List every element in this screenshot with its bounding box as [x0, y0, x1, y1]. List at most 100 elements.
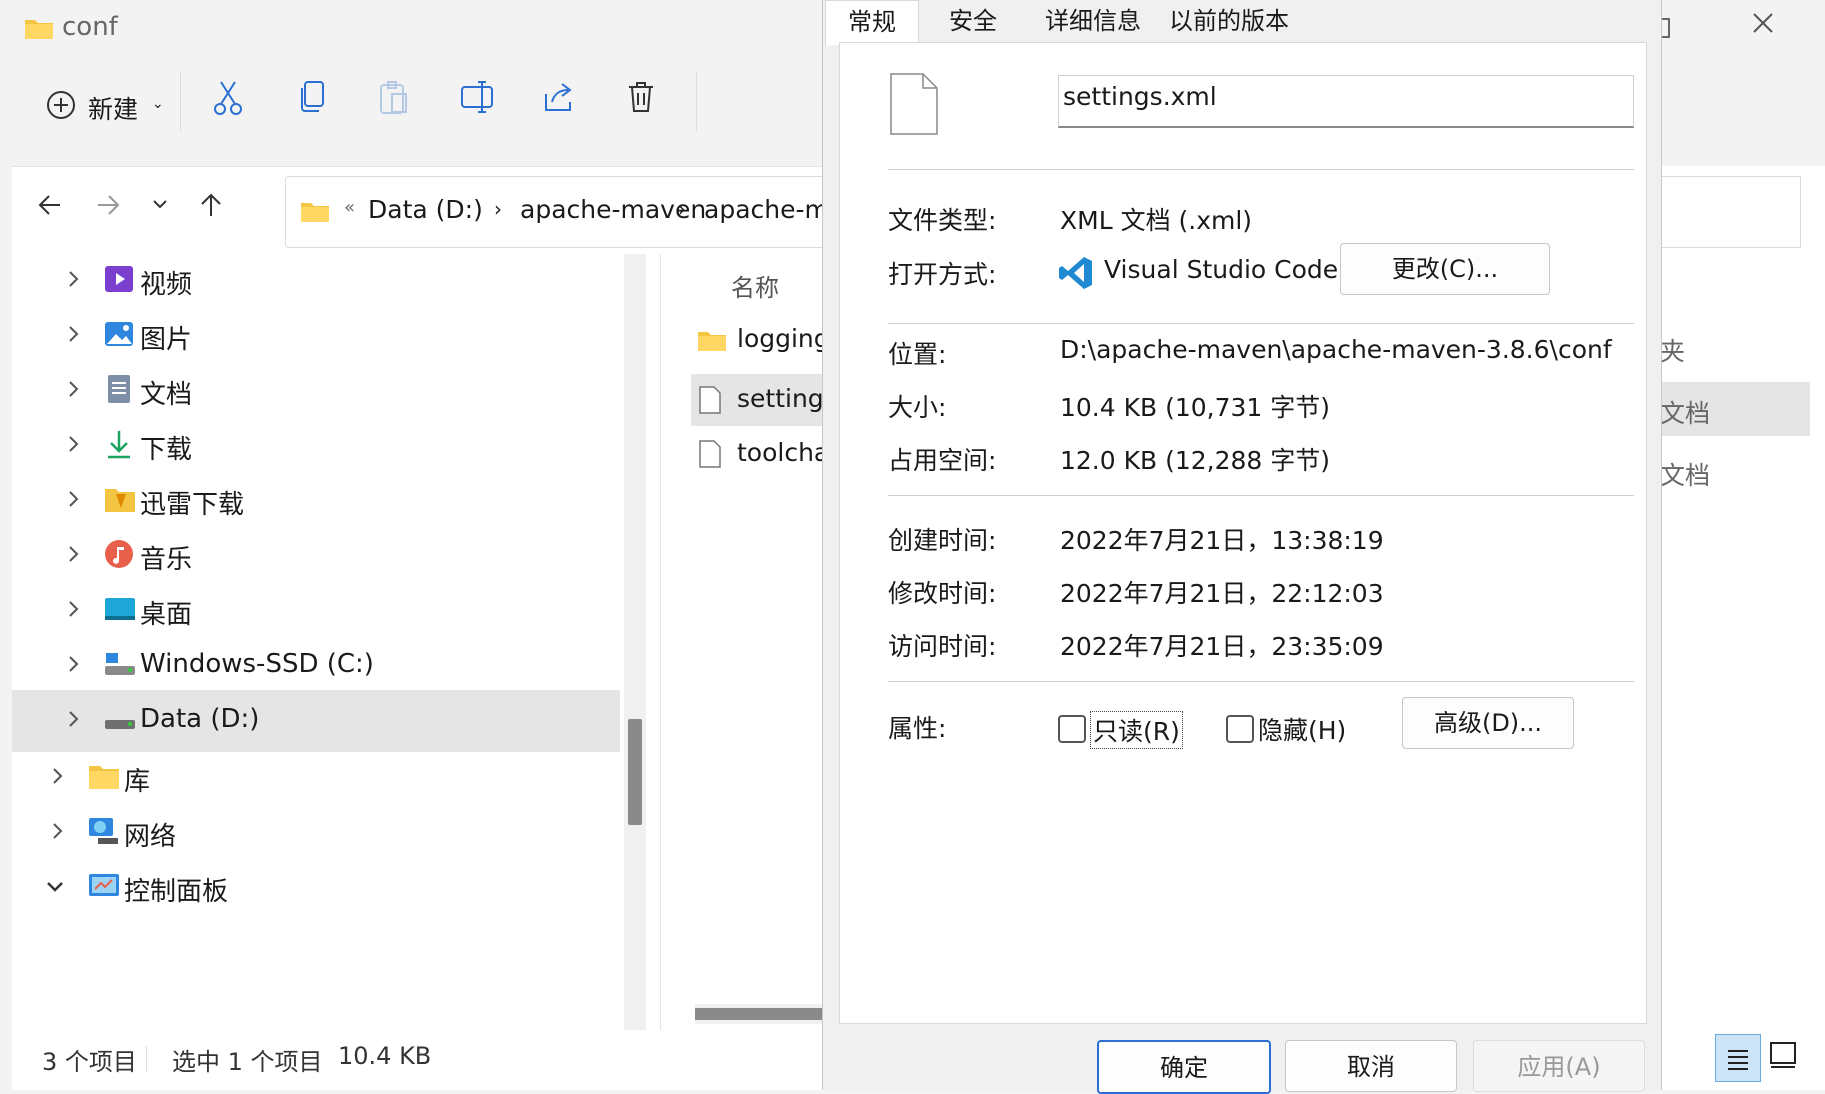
share-icon[interactable] — [542, 80, 576, 114]
scrollbar-thumb[interactable] — [695, 1008, 825, 1020]
chevron-right-icon[interactable] — [68, 655, 84, 675]
divider — [696, 72, 697, 132]
hidden-label: 隐藏(H) — [1258, 716, 1347, 745]
plus-circle-icon — [46, 90, 76, 120]
file-name: toolcha — [737, 438, 830, 467]
delete-icon[interactable] — [626, 80, 656, 114]
chevron-right-icon[interactable] — [68, 380, 84, 400]
tree-item-drive-c[interactable]: Windows-SSD (C:) — [12, 635, 612, 697]
status-item-count: 3 个项目 — [42, 1048, 137, 1076]
close-icon[interactable] — [1750, 10, 1776, 36]
address-bar[interactable]: « Data (D:) › apache-maven › apache-m — [285, 176, 829, 248]
tree-item-library[interactable]: 库 — [12, 747, 612, 809]
chevron-right-icon[interactable] — [68, 600, 84, 620]
tab-previous-versions[interactable]: 以前的版本 — [1159, 0, 1299, 42]
paste-icon[interactable] — [378, 80, 410, 116]
new-button[interactable]: 新建 ⌄ — [46, 82, 176, 132]
chevron-down-icon: ⌄ — [152, 96, 164, 112]
horizontal-scrollbar[interactable] — [695, 1004, 825, 1024]
change-button[interactable]: 更改(C)... — [1340, 243, 1550, 295]
chevron-right-icon[interactable] — [68, 545, 84, 565]
size-on-disk-value: 12.0 KB (12,288 字节) — [1060, 446, 1331, 475]
divider — [888, 681, 1634, 682]
tree-item-label: 迅雷下载 — [140, 490, 245, 520]
tree-item-music[interactable]: 音乐 — [12, 525, 612, 587]
hidden-checkbox[interactable]: 隐藏(H) — [1226, 709, 1346, 749]
chevron-down-icon[interactable] — [46, 881, 63, 901]
location-value: D:\apache-maven\apache-maven-3.8.6\conf — [1060, 335, 1612, 364]
vscode-icon — [1058, 255, 1094, 291]
tree-item-documents[interactable]: 文档 — [12, 360, 612, 422]
chevron-right-icon[interactable] — [68, 325, 84, 345]
file-row-toolchains[interactable]: toolcha — [697, 430, 829, 480]
size-on-disk-label: 占用空间: — [888, 446, 997, 475]
file-icon — [890, 73, 938, 135]
tab-details[interactable]: 详细信息 — [1035, 0, 1151, 42]
advanced-button[interactable]: 高级(D)... — [1402, 697, 1574, 749]
status-bar: 3 个项目 选中 1 个项目 10.4 KB — [12, 1032, 824, 1084]
chevron-right-icon[interactable] — [52, 767, 68, 787]
apply-button[interactable]: 应用(A) — [1473, 1040, 1645, 1092]
tree-item-desktop[interactable]: 桌面 — [12, 580, 612, 642]
tree-item-pictures[interactable]: 图片 — [12, 305, 612, 367]
new-button-label: 新建 — [88, 95, 139, 124]
scrollbar-thumb[interactable] — [628, 719, 642, 825]
tree-item-xunlei[interactable]: 迅雷下载 — [12, 470, 612, 532]
documents-icon — [104, 374, 136, 406]
divider — [888, 495, 1634, 496]
tab-general[interactable]: 常规 — [825, 0, 919, 45]
network-icon — [88, 816, 120, 848]
tree-item-downloads[interactable]: 下载 — [12, 415, 612, 477]
ok-button[interactable]: 确定 — [1097, 1040, 1271, 1094]
folder-icon — [24, 16, 54, 40]
readonly-label: 只读(R) — [1090, 711, 1183, 749]
checkbox-box[interactable] — [1226, 715, 1254, 743]
recent-chevron-icon[interactable] — [152, 198, 168, 210]
chevron-right-icon[interactable] — [68, 270, 84, 290]
details-view-icon[interactable] — [1715, 1034, 1761, 1082]
breadcrumb-drive[interactable]: Data (D:) — [368, 195, 483, 224]
tree-item-label: 控制面板 — [124, 877, 229, 907]
back-arrow-icon[interactable] — [38, 194, 62, 216]
breadcrumb-apache-maven-version[interactable]: apache-m — [704, 195, 829, 224]
tab-security[interactable]: 安全 — [939, 0, 1007, 42]
tree-item-control-panel[interactable]: 控制面板 — [12, 857, 612, 919]
up-arrow-icon[interactable] — [200, 192, 222, 218]
chevron-right-icon[interactable] — [68, 490, 84, 510]
tree-item-videos[interactable]: 视频 — [12, 250, 612, 312]
background-search-box[interactable] — [1650, 176, 1801, 248]
divider — [146, 1046, 147, 1072]
chevron-right-icon[interactable] — [68, 710, 84, 730]
created-label: 创建时间: — [888, 526, 997, 555]
readonly-checkbox[interactable]: 只读(R) — [1058, 709, 1183, 749]
tree-item-label: 音乐 — [140, 545, 193, 575]
file-name-input[interactable]: settings.xml — [1058, 75, 1634, 128]
drive-c-icon — [104, 649, 136, 681]
tiles-view-icon[interactable] — [1768, 1040, 1800, 1072]
music-icon — [104, 539, 136, 571]
forward-arrow-icon[interactable] — [96, 194, 120, 216]
tree-item-drive-d[interactable]: Data (D:) — [12, 690, 620, 752]
status-size: 10.4 KB — [338, 1042, 432, 1070]
tree-item-label: 下载 — [140, 435, 193, 465]
column-header-name[interactable]: 名称 — [731, 268, 779, 303]
chevron-right-icon[interactable] — [52, 822, 68, 842]
properties-dialog: 常规 安全 详细信息 以前的版本 settings.xml 文件类型: XML … — [822, 0, 1662, 1094]
open-with-value: Visual Studio Code — [1104, 255, 1339, 284]
cut-icon[interactable] — [212, 80, 244, 116]
general-tab-panel: settings.xml 文件类型: XML 文档 (.xml) 打开方式: V… — [839, 42, 1647, 1024]
rename-icon[interactable] — [460, 80, 496, 114]
accessed-label: 访问时间: — [888, 632, 997, 661]
tree-item-network[interactable]: 网络 — [12, 802, 612, 864]
file-row-logging[interactable]: logging — [697, 318, 830, 368]
chevron-right-icon[interactable] — [68, 435, 84, 455]
file-row-settings[interactable]: settings — [691, 374, 837, 426]
overflow-chevron-icon[interactable]: « — [344, 197, 355, 218]
tree-item-label: 文档 — [140, 380, 193, 410]
control-panel-icon — [88, 871, 120, 903]
copy-icon[interactable] — [298, 80, 328, 114]
cancel-button[interactable]: 取消 — [1285, 1040, 1457, 1092]
breadcrumb-chevron-icon: › — [678, 197, 686, 221]
navigation-scrollbar[interactable] — [624, 254, 646, 1030]
checkbox-box[interactable] — [1058, 715, 1086, 743]
